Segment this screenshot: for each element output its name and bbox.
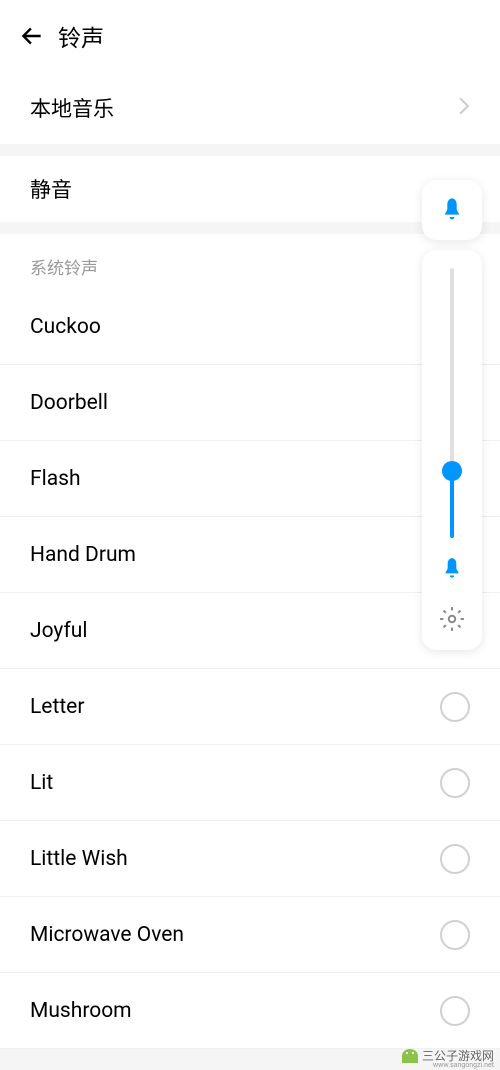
local-music-item[interactable]: 本地音乐 (0, 72, 500, 144)
radio-icon (440, 844, 470, 874)
ringtone-label: Doorbell (30, 391, 108, 415)
ringtone-item[interactable]: Letter (0, 669, 500, 745)
radio-icon (440, 996, 470, 1026)
ringtone-label: Cuckoo (30, 315, 101, 339)
page-title: 铃声 (58, 19, 104, 53)
ringtone-label: Joyful (30, 619, 87, 643)
watermark: 三公子游戏网 www.sangongzi.net (402, 1047, 494, 1064)
back-arrow-icon (19, 23, 45, 49)
volume-slider-container (422, 250, 482, 650)
volume-slider-handle[interactable] (442, 461, 462, 481)
radio-icon (440, 692, 470, 722)
ringtone-label: Little Wish (30, 847, 128, 871)
volume-panel (422, 180, 482, 650)
ringtone-item[interactable]: Little Wish (0, 821, 500, 897)
volume-slider-fill (450, 471, 454, 539)
ringtone-item[interactable]: Microwave Oven (0, 897, 500, 973)
bell-icon (439, 556, 465, 586)
ringtone-label: Microwave Oven (30, 923, 184, 947)
volume-mode-button[interactable] (422, 180, 482, 240)
back-button[interactable] (12, 16, 52, 56)
ringtone-label: Lit (30, 771, 53, 795)
watermark-url: www.sangongzi.net (433, 1061, 494, 1069)
ringtone-label: Letter (30, 695, 84, 719)
gear-icon (439, 606, 465, 632)
header: 铃声 (0, 0, 500, 72)
radio-icon (440, 768, 470, 798)
silent-label: 静音 (30, 174, 72, 204)
ringtone-label: Flash (30, 467, 81, 491)
volume-slider[interactable] (450, 268, 454, 538)
ringtone-item[interactable]: Mushroom (0, 973, 500, 1049)
ringtone-label: Mushroom (30, 999, 132, 1023)
chevron-right-icon (458, 97, 470, 119)
bell-icon (438, 196, 466, 224)
radio-icon (440, 920, 470, 950)
ringtone-item[interactable]: Lit (0, 745, 500, 821)
settings-button[interactable] (439, 606, 465, 636)
local-music-label: 本地音乐 (30, 93, 114, 123)
watermark-logo-icon (402, 1049, 418, 1063)
ringtone-label: Hand Drum (30, 543, 136, 567)
